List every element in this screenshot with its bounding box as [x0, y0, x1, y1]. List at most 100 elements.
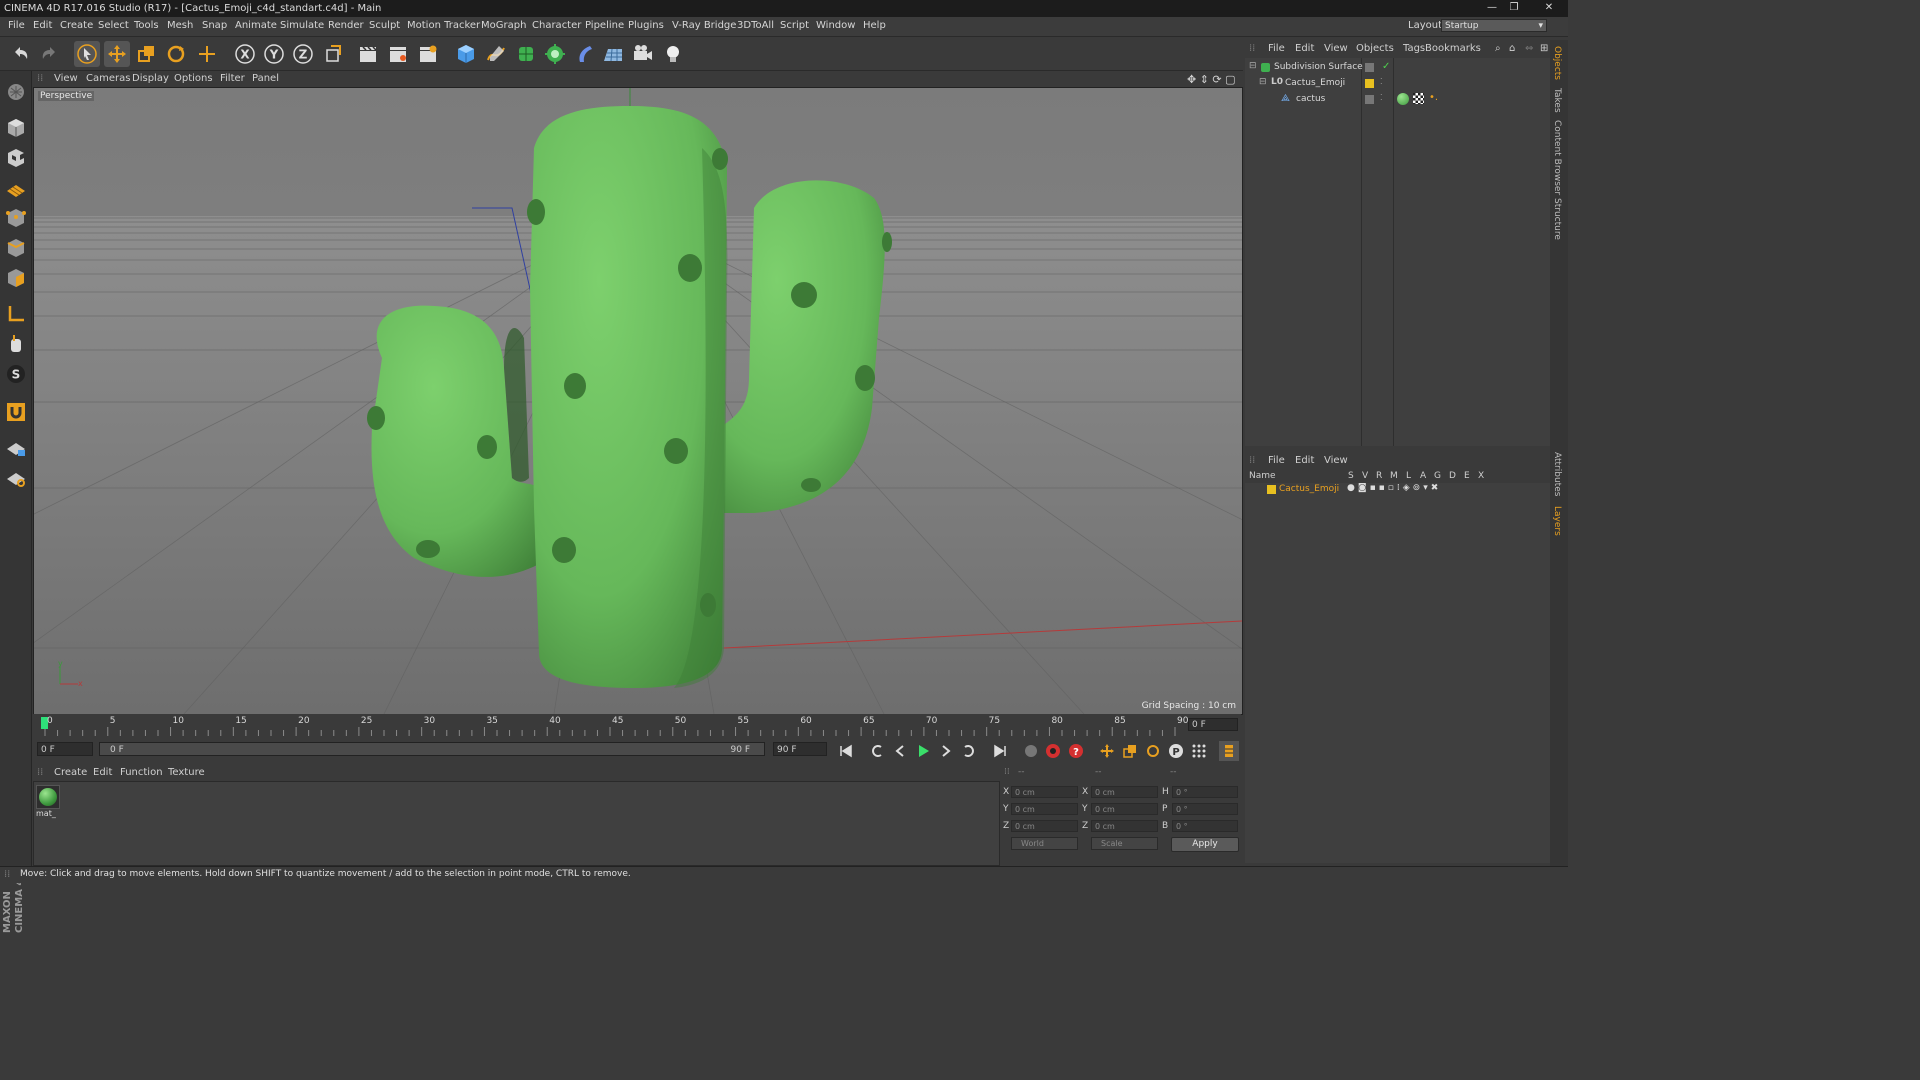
material-menu-create[interactable]: Create — [54, 767, 87, 778]
om-menu-edit[interactable]: Edit — [1295, 43, 1314, 54]
cloner-button[interactable] — [542, 41, 568, 67]
new-view-icon[interactable]: ⊞ — [1540, 43, 1548, 54]
record-parameter-button[interactable]: P — [1166, 741, 1186, 761]
material-menu-texture[interactable]: Texture — [168, 767, 205, 778]
edges-mode-button[interactable] — [3, 235, 29, 261]
record-scale-button[interactable] — [1120, 741, 1140, 761]
lm-menu-edit[interactable]: Edit — [1295, 455, 1314, 466]
search-icon[interactable]: ⌕ — [1495, 43, 1501, 54]
home-icon[interactable]: ⌂ — [1509, 43, 1515, 54]
material-menu-function[interactable]: Function — [120, 767, 163, 778]
record-pla-button[interactable] — [1189, 741, 1209, 761]
scale-tool-button[interactable] — [133, 41, 159, 67]
material-swatch[interactable] — [36, 785, 60, 809]
tweak-mode-button[interactable] — [3, 331, 29, 357]
menu-animate[interactable]: Animate — [235, 20, 277, 31]
end-frame-field[interactable]: 90 F — [773, 742, 827, 756]
phong-tag-icon[interactable]: •. — [1429, 92, 1438, 103]
keyframe-selection-button[interactable]: ? — [1066, 741, 1086, 761]
record-rotation-button[interactable] — [1143, 741, 1163, 761]
menu-mograph[interactable]: MoGraph — [481, 20, 526, 31]
floor-button[interactable] — [600, 41, 626, 67]
menu-edit[interactable]: Edit — [33, 20, 52, 31]
menu-script[interactable]: Script — [780, 20, 809, 31]
record-position-button[interactable] — [1097, 741, 1117, 761]
y-axis-lock-button[interactable]: Y — [261, 41, 287, 67]
menu-file[interactable]: File — [8, 20, 25, 31]
render-to-picture-viewer-button[interactable] — [385, 41, 411, 67]
viewport-menu-options[interactable]: Options — [174, 73, 213, 84]
menu-vray-bridge[interactable]: V-Ray Bridge — [672, 20, 736, 31]
material-menu-edit[interactable]: Edit — [93, 767, 112, 778]
menu-tools[interactable]: Tools — [134, 20, 159, 31]
coordinate-mode-dropdown[interactable]: World — [1011, 837, 1078, 850]
rot-h-field[interactable]: 0 ° — [1172, 786, 1238, 798]
menu-plugins[interactable]: Plugins — [628, 20, 664, 31]
axis-mode-button[interactable] — [3, 301, 29, 327]
next-frame-button[interactable] — [936, 741, 956, 761]
texture-mode-button[interactable] — [3, 145, 29, 171]
menu-simulate[interactable]: Simulate — [280, 20, 324, 31]
autokey-button[interactable] — [1043, 741, 1063, 761]
menu-window[interactable]: Window — [816, 20, 855, 31]
previous-frame-button[interactable] — [890, 741, 910, 761]
om-menu-tags[interactable]: Tags — [1403, 43, 1425, 54]
om-menu-bookmarks[interactable]: Bookmarks — [1425, 43, 1481, 54]
locked-workplane-button[interactable] — [3, 435, 29, 461]
pos-x-field[interactable]: 0 cm — [1011, 786, 1078, 798]
go-to-start-button[interactable] — [836, 741, 856, 761]
record-keys-button[interactable] — [1021, 741, 1041, 761]
maximize-button[interactable]: ❐ — [1504, 1, 1524, 15]
rot-b-field[interactable]: 0 ° — [1172, 820, 1238, 832]
menu-motion-tracker[interactable]: Motion Tracker — [407, 20, 480, 31]
size-x-field[interactable]: 0 cm — [1091, 786, 1158, 798]
lm-menu-file[interactable]: File — [1268, 455, 1285, 466]
preview-range-slider[interactable]: 0 F 90 F — [99, 742, 765, 756]
close-button[interactable]: ✕ — [1536, 1, 1562, 15]
object-row[interactable]: ⊟ Subdivision Surface ✓ — [1245, 60, 1550, 76]
magnet-button[interactable] — [3, 399, 29, 425]
rotate-tool-button[interactable] — [163, 41, 189, 67]
menu-character[interactable]: Character — [532, 20, 581, 31]
model-mode-button[interactable] — [3, 115, 29, 141]
play-button[interactable] — [913, 741, 933, 761]
pos-z-field[interactable]: 0 cm — [1011, 820, 1078, 832]
viewport-menu-cameras[interactable]: Cameras — [86, 73, 130, 84]
tab-layers[interactable]: Layers — [1552, 506, 1562, 536]
om-menu-objects[interactable]: Objects — [1356, 43, 1394, 54]
visibility-dots-icon[interactable]: ⁚ — [1380, 77, 1383, 86]
3d-viewport[interactable]: y x Perspective Grid Spacing : 10 cm — [33, 87, 1243, 715]
viewport-camera-label[interactable]: Perspective — [38, 91, 95, 101]
visibility-dots-icon[interactable]: ⁚ — [1380, 93, 1383, 102]
menu-mesh[interactable]: Mesh — [167, 20, 193, 31]
om-menu-file[interactable]: File — [1268, 43, 1285, 54]
lm-menu-view[interactable]: View — [1324, 455, 1348, 466]
workplane-mode-button[interactable] — [3, 174, 29, 200]
tab-structure[interactable]: Structure — [1552, 198, 1562, 240]
object-name[interactable]: cactus — [1296, 94, 1325, 104]
minimize-button[interactable]: — — [1482, 1, 1502, 15]
timeline-ruler[interactable]: 0 5 10 15 20 25 30 35 40 45 50 55 60 65 70 75 80 85 90 0 F — [33, 714, 1241, 740]
layer-row[interactable]: Cactus_Emoji ●◙▪▪▫⁞◈⊚▾✖ — [1245, 483, 1550, 497]
menu-help[interactable]: Help — [863, 20, 886, 31]
next-key-button[interactable] — [959, 741, 979, 761]
subdivision-surface-button[interactable] — [513, 41, 539, 67]
x-axis-lock-button[interactable]: X — [232, 41, 258, 67]
spline-pen-button[interactable] — [483, 41, 509, 67]
tab-takes[interactable]: Takes — [1552, 88, 1562, 113]
tab-objects[interactable]: Objects — [1552, 46, 1562, 80]
expand-toggle-icon[interactable]: ⊟ — [1249, 61, 1257, 71]
menu-select[interactable]: Select — [98, 20, 129, 31]
points-mode-button[interactable] — [3, 205, 29, 231]
start-frame-field[interactable]: 0 F — [37, 742, 93, 756]
uvw-tag-icon[interactable] — [1413, 93, 1424, 104]
move-tool-button[interactable] — [104, 41, 130, 67]
size-mode-dropdown[interactable]: Scale — [1091, 837, 1158, 850]
viewport-menu-display[interactable]: Display — [132, 73, 169, 84]
object-row[interactable]: ⟁ cactus ⁚ •. — [1245, 92, 1550, 108]
light-button[interactable] — [660, 41, 686, 67]
planar-workplane-button[interactable] — [3, 465, 29, 491]
material-tag-icon[interactable] — [1397, 93, 1409, 105]
menu-pipeline[interactable]: Pipeline — [585, 20, 624, 31]
current-frame-field[interactable]: 0 F — [1188, 718, 1238, 731]
